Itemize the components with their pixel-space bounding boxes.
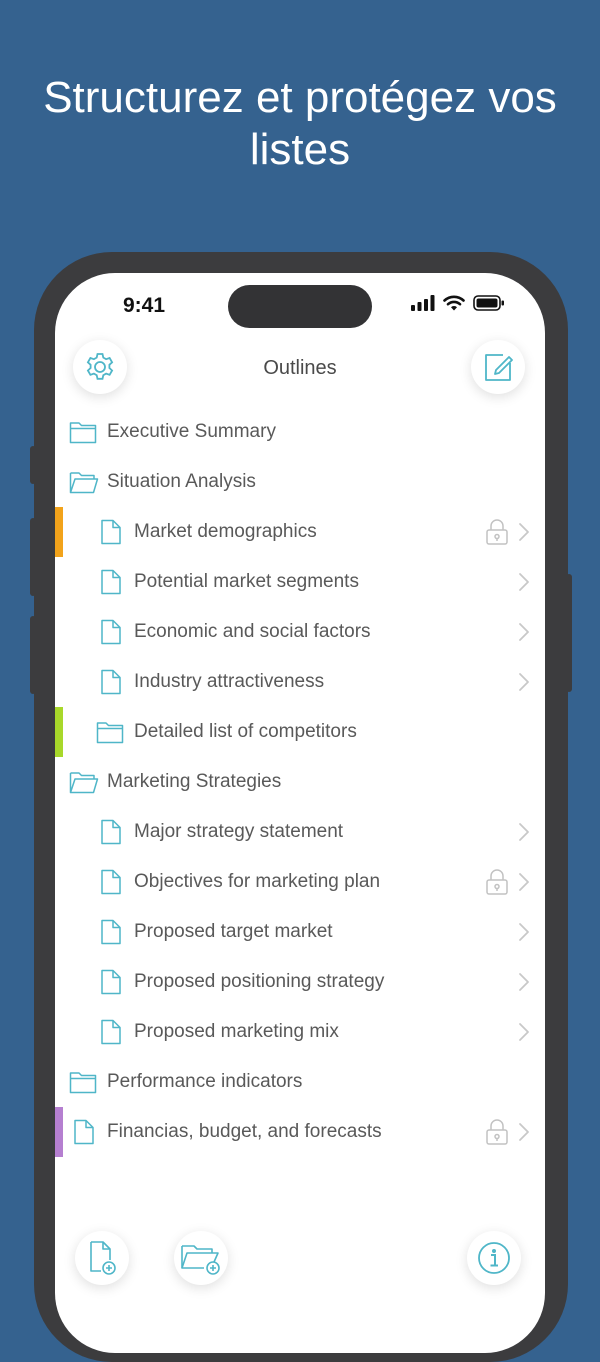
document-icon: [100, 869, 128, 895]
color-tag: [55, 1107, 63, 1157]
document-icon: [73, 1119, 101, 1145]
outline-row-label: Economic and social factors: [134, 621, 371, 642]
info-icon: [478, 1242, 510, 1274]
chevron-right-icon[interactable]: [517, 1021, 531, 1043]
document-icon: [100, 569, 128, 595]
outline-row-label: Market demographics: [134, 521, 317, 542]
outline-row-label: Objectives for marketing plan: [134, 871, 381, 892]
document-icon: [100, 969, 128, 995]
chevron-right-icon[interactable]: [517, 971, 531, 993]
outline-row[interactable]: Proposed positioning strategy: [55, 957, 545, 1007]
outline-row-label: Major strategy statement: [134, 821, 344, 842]
outline-row-label: Proposed marketing mix: [134, 1021, 339, 1042]
phone-power-button: [566, 574, 572, 692]
status-time: 9:41: [123, 294, 166, 317]
outline-row-label: Industry attractiveness: [134, 671, 325, 692]
outline-list: Executive Summary Situation Analysis Marke…: [55, 407, 545, 1157]
outline-row-label: Proposed positioning strategy: [134, 971, 385, 992]
outline-row-label: Detailed list of competitors: [134, 721, 357, 742]
status-icons: [411, 295, 505, 311]
wifi-icon: [443, 295, 465, 311]
phone-mute-switch: [30, 446, 36, 484]
outline-row[interactable]: Performance indicators: [55, 1057, 545, 1107]
new-document-icon: [90, 1241, 116, 1275]
outline-row-label: Potential market segments: [134, 571, 359, 592]
document-icon: [100, 819, 128, 845]
folder-open-icon: [69, 769, 99, 795]
lock-icon: [485, 1118, 509, 1146]
outline-row-label: Proposed target market: [134, 921, 333, 942]
document-icon: [100, 1019, 128, 1045]
info-button[interactable]: [467, 1231, 521, 1285]
chevron-right-icon[interactable]: [517, 521, 531, 543]
document-icon: [100, 919, 128, 945]
outline-row[interactable]: Major strategy statement: [55, 807, 545, 857]
chevron-right-icon[interactable]: [517, 1121, 531, 1143]
outline-row[interactable]: Proposed target market: [55, 907, 545, 957]
signal-icon: [411, 295, 435, 311]
outline-row[interactable]: Detailed list of competitors: [55, 707, 545, 757]
outline-row[interactable]: Industry attractiveness: [55, 657, 545, 707]
dynamic-island: [228, 285, 372, 328]
document-icon: [100, 669, 128, 695]
new-folder-button[interactable]: [174, 1231, 228, 1285]
lock-icon: [485, 868, 509, 896]
outline-row[interactable]: Objectives for marketing plan: [55, 857, 545, 907]
outline-row-label: Marketing Strategies: [107, 771, 282, 792]
new-folder-icon: [181, 1245, 220, 1275]
chevron-right-icon[interactable]: [517, 671, 531, 693]
chevron-right-icon[interactable]: [517, 621, 531, 643]
phone-volume-down: [30, 616, 36, 694]
outline-row[interactable]: Financias, budget, and forecasts: [55, 1107, 545, 1157]
outline-row-label: Executive Summary: [107, 421, 276, 442]
outline-row[interactable]: Marketing Strategies: [55, 757, 545, 807]
outline-row-label: Financias, budget, and forecasts: [107, 1121, 382, 1142]
outline-row[interactable]: Proposed marketing mix: [55, 1007, 545, 1057]
outline-row-label: Performance indicators: [107, 1071, 303, 1092]
chevron-right-icon[interactable]: [517, 821, 531, 843]
app-screen: 9:41 Outlines Executive Summary Situatio…: [55, 273, 545, 1353]
headline: Structurez et protégez vos listes: [43, 73, 557, 174]
document-icon: [100, 519, 128, 545]
folder-open-icon: [69, 469, 99, 495]
outline-row[interactable]: Executive Summary: [55, 407, 545, 457]
color-tag: [55, 707, 63, 757]
outline-row[interactable]: Economic and social factors: [55, 607, 545, 657]
outline-row[interactable]: Market demographics: [55, 507, 545, 557]
outline-row-label: Situation Analysis: [107, 471, 256, 492]
compose-icon: [485, 354, 513, 381]
folder-icon: [96, 719, 124, 745]
battery-icon: [473, 295, 504, 311]
edit-button[interactable]: [471, 340, 525, 394]
folder-icon: [69, 1069, 97, 1095]
chevron-right-icon[interactable]: [517, 871, 531, 893]
color-tag: [55, 507, 63, 557]
folder-icon: [69, 419, 97, 445]
outline-row[interactable]: Potential market segments: [55, 557, 545, 607]
phone-volume-up: [30, 518, 36, 596]
new-document-button[interactable]: [75, 1231, 129, 1285]
chevron-right-icon[interactable]: [517, 571, 531, 593]
outline-row[interactable]: Situation Analysis: [55, 457, 545, 507]
document-icon: [100, 619, 128, 645]
lock-icon: [485, 518, 509, 546]
chevron-right-icon[interactable]: [517, 921, 531, 943]
